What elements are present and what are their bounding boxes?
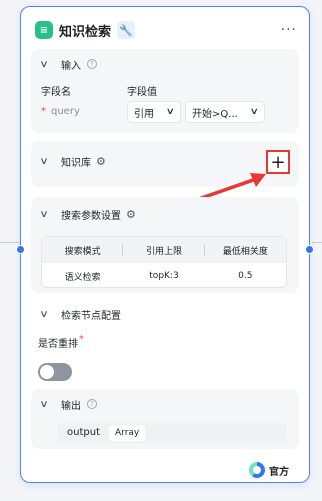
gear-icon[interactable]: ⚙ [126, 208, 136, 221]
output-row: output Array [57, 423, 287, 443]
rerank-toggle[interactable] [38, 363, 72, 381]
node-header: ≡ 知识检索 🔧 ··· [35, 19, 297, 41]
required-mark: * [41, 106, 46, 117]
knowledge-retrieval-node[interactable]: ≡ 知识检索 🔧 ··· ∨ 输入 ? 字段名 字段值 * query 引用 ∨… [16, 6, 314, 483]
input-section-title: 输入 [61, 60, 81, 72]
input-section: ∨ 输入 ? 字段名 字段值 * query 引用 ∨ 开始>Q... ∨ [31, 49, 299, 133]
chevron-down-icon: ∨ [166, 107, 176, 117]
chevron-down-icon[interactable]: ∨ [39, 59, 55, 70]
output-section-title: 输出 [61, 400, 81, 412]
output-port-handle[interactable] [305, 245, 314, 254]
output-name: output [67, 427, 100, 438]
chevron-down-icon[interactable]: ∨ [39, 309, 55, 320]
field-value-header: 字段值 [127, 87, 157, 98]
chevron-down-icon[interactable]: ∨ [39, 156, 55, 167]
table-header-row: 搜索模式 引用上限 最低相关度 [42, 237, 286, 263]
output-type-badge: Array [109, 425, 146, 441]
cell-search-mode: 语义检索 [64, 272, 101, 283]
ref-value-text: 开始>Q... [192, 108, 238, 120]
cell-min-relevance: 0.5 [238, 271, 253, 281]
cell-ref-limit: topK:3 [149, 271, 179, 281]
official-label: 官方 [269, 466, 289, 478]
toggle-knob [40, 365, 54, 379]
official-logo-icon [249, 462, 265, 478]
official-badge: 官方 [249, 462, 289, 478]
chevron-down-icon: ∨ [250, 107, 260, 117]
input-port-handle[interactable] [16, 245, 25, 254]
header-search-mode: 搜索模式 [42, 237, 124, 263]
rerank-label: 是否重排 [38, 339, 78, 350]
required-mark: * [79, 334, 84, 345]
help-icon[interactable]: ? [87, 59, 97, 69]
header-min-relevance: 最低相关度 [222, 246, 268, 257]
chevron-down-icon[interactable]: ∨ [39, 399, 55, 410]
search-params-table[interactable]: 搜索模式 引用上限 最低相关度 语义检索 topK:3 0.5 [41, 236, 287, 288]
gear-icon[interactable]: ⚙ [96, 155, 106, 168]
edge-line-right [312, 242, 322, 243]
ref-type-value: 引用 [134, 108, 154, 120]
header-ref-limit: 引用上限 [123, 237, 205, 263]
search-params-title: 搜索参数设置 [61, 210, 121, 222]
ref-value-select[interactable]: 开始>Q... ∨ [185, 101, 265, 123]
knowledge-base-title: 知识库 [61, 157, 91, 169]
table-row: 语义检索 topK:3 0.5 [42, 263, 286, 287]
retrieval-node-title: 检索节点配置 [61, 310, 121, 322]
field-name-header: 字段名 [41, 87, 71, 98]
more-menu-button[interactable]: ··· [281, 22, 297, 38]
wrench-icon[interactable]: 🔧 [117, 21, 136, 39]
node-title: 知识检索 [59, 24, 112, 40]
edge-line-left [0, 242, 20, 243]
database-icon: ≡ [35, 21, 53, 39]
chevron-down-icon[interactable]: ∨ [39, 209, 55, 220]
help-icon[interactable]: ? [87, 399, 97, 409]
field-name-query: query [51, 106, 80, 117]
ref-type-select[interactable]: 引用 ∨ [127, 101, 181, 123]
